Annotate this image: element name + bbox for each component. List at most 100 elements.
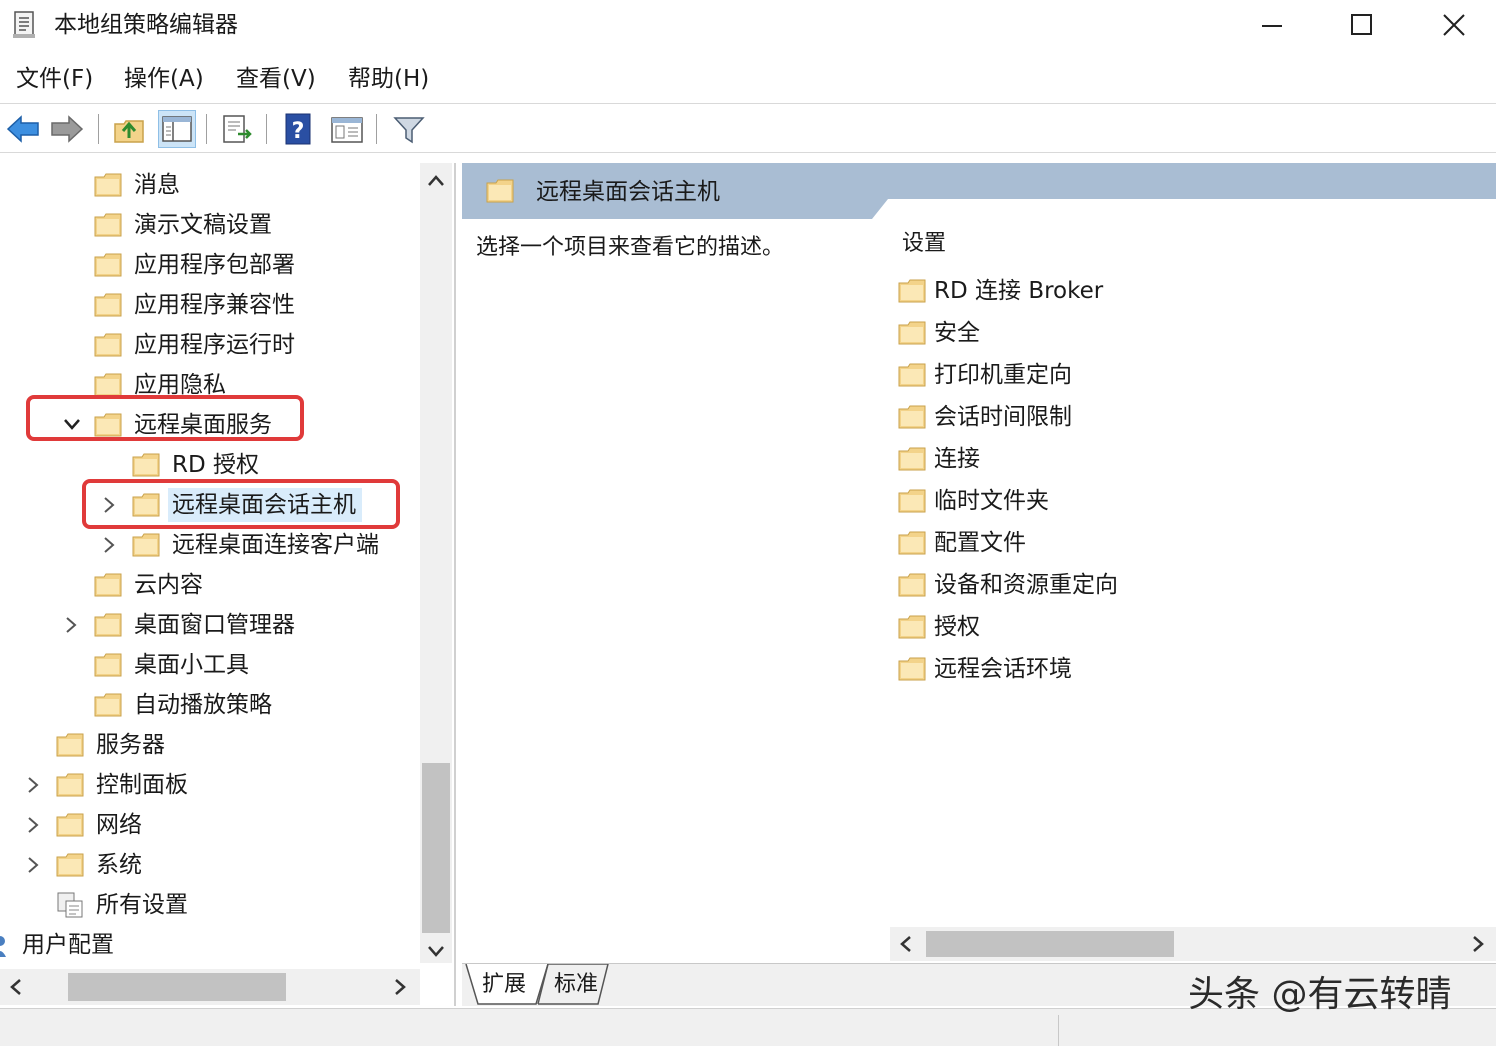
help-icon[interactable]: ? xyxy=(280,110,318,148)
settings-list-item[interactable]: RD 连接 Broker xyxy=(896,271,1396,311)
tree-item-label: 系统 xyxy=(96,852,142,878)
scroll-right-icon[interactable] xyxy=(392,977,408,997)
tree-item-label: 云内容 xyxy=(134,572,203,598)
menu-view[interactable]: 查看(V) xyxy=(236,62,316,96)
tree-item-label: 桌面窗口管理器 xyxy=(134,612,295,638)
details-horizontal-scrollbar[interactable] xyxy=(890,927,1496,961)
folder-icon xyxy=(132,453,160,477)
description-text: 选择一个项目来查看它的描述。 xyxy=(476,235,785,260)
tree-pane: 消息 演示文稿设置 应用程序包部署 应用程序兼容性 应用程序运行时 应用隐私 远程桌面服务 R… xyxy=(0,163,456,1006)
settings-list-item[interactable]: 安全 xyxy=(896,313,1396,353)
properties-icon[interactable] xyxy=(328,110,366,148)
tree-vertical-scrollbar[interactable] xyxy=(420,163,452,963)
menu-action[interactable]: 操作(A) xyxy=(124,62,204,96)
menu-help[interactable]: 帮助(H) xyxy=(348,62,429,96)
scroll-left-icon[interactable] xyxy=(8,977,24,997)
tree-item[interactable]: 网络 xyxy=(0,805,420,845)
tree-item[interactable]: 桌面窗口管理器 xyxy=(0,605,420,645)
scroll-left-icon[interactable] xyxy=(898,934,914,954)
settings-list-item[interactable]: 远程会话环境 xyxy=(896,649,1396,689)
scroll-right-icon[interactable] xyxy=(1470,934,1486,954)
tree-item-label: 桌面小工具 xyxy=(134,652,249,678)
folder-icon xyxy=(94,653,122,677)
folder-icon xyxy=(56,813,84,837)
tree-item[interactable]: 用户配置 xyxy=(0,925,420,965)
tree-item[interactable]: 消息 xyxy=(0,165,420,205)
tree-item-label: RD 授权 xyxy=(172,452,260,478)
chevron-right-icon[interactable] xyxy=(62,615,80,635)
folder-icon xyxy=(94,253,122,277)
tree-item[interactable]: 云内容 xyxy=(0,565,420,605)
settings-list-item[interactable]: 授权 xyxy=(896,607,1396,647)
back-arrow-icon[interactable] xyxy=(4,110,42,148)
folder-icon xyxy=(898,615,926,639)
tab-standard[interactable]: 标准 xyxy=(554,968,598,1002)
details-horizontal-scroll-thumb[interactable] xyxy=(926,931,1174,957)
close-button[interactable] xyxy=(1424,4,1484,46)
settings-item-label: 打印机重定向 xyxy=(934,362,1072,388)
tree-item-label: 应用程序兼容性 xyxy=(134,292,295,318)
settings-item-label: RD 连接 Broker xyxy=(934,278,1104,304)
tab-extended[interactable]: 扩展 xyxy=(482,968,526,1002)
settings-list-item[interactable]: 会话时间限制 xyxy=(896,397,1396,437)
up-folder-icon[interactable] xyxy=(110,110,148,148)
tree-item[interactable]: 桌面小工具 xyxy=(0,645,420,685)
tree-item[interactable]: 系统 xyxy=(0,845,420,885)
toolbar-separator xyxy=(266,114,267,144)
folder-icon xyxy=(898,447,926,471)
settings-item-label: 授权 xyxy=(934,614,980,640)
chevron-right-icon[interactable] xyxy=(24,815,42,835)
settings-column-header[interactable]: 设置 xyxy=(902,227,946,261)
settings-list-item[interactable]: 设备和资源重定向 xyxy=(896,565,1396,605)
settings-item-label: 远程会话环境 xyxy=(934,656,1072,682)
toolbar: ? xyxy=(0,103,1496,153)
settings-list-item[interactable]: 配置文件 xyxy=(896,523,1396,563)
settings-item-label: 配置文件 xyxy=(934,530,1026,556)
chevron-right-icon[interactable] xyxy=(24,775,42,795)
settings-list-item[interactable]: 连接 xyxy=(896,439,1396,479)
toolbar-separator xyxy=(376,114,377,144)
folder-icon xyxy=(898,321,926,345)
show-hide-tree-icon[interactable] xyxy=(158,110,196,148)
tree-item-label: 用户配置 xyxy=(22,932,114,958)
scroll-down-icon[interactable] xyxy=(426,943,446,959)
filter-icon[interactable] xyxy=(390,110,428,148)
chevron-right-icon[interactable] xyxy=(100,535,118,555)
tree-item[interactable]: 应用程序包部署 xyxy=(0,245,420,285)
minimize-button[interactable] xyxy=(1242,4,1302,46)
export-list-icon[interactable] xyxy=(218,110,256,148)
tree-item[interactable]: 应用程序运行时 xyxy=(0,325,420,365)
folder-icon xyxy=(94,333,122,357)
scroll-up-icon[interactable] xyxy=(426,173,446,189)
folder-icon xyxy=(132,533,160,557)
tree-item-label: 自动播放策略 xyxy=(134,692,272,718)
window-title: 本地组策略编辑器 xyxy=(54,12,238,38)
settings-list-item[interactable]: 临时文件夹 xyxy=(896,481,1396,521)
tree-item[interactable]: 应用程序兼容性 xyxy=(0,285,420,325)
settings-list-item[interactable]: 打印机重定向 xyxy=(896,355,1396,395)
tree-item[interactable]: 演示文稿设置 xyxy=(0,205,420,245)
forward-arrow-icon[interactable] xyxy=(48,110,86,148)
tree-horizontal-scroll-thumb[interactable] xyxy=(68,973,286,1001)
folder-icon xyxy=(898,531,926,555)
details-header: 远程桌面会话主机 xyxy=(462,163,1496,219)
tree-horizontal-scrollbar[interactable] xyxy=(0,969,420,1005)
tree-vertical-scroll-thumb[interactable] xyxy=(422,763,450,933)
folder-icon xyxy=(94,373,122,397)
folder-icon xyxy=(56,853,84,877)
tree-item[interactable]: 控制面板 xyxy=(0,765,420,805)
tree-item[interactable]: 服务器 xyxy=(0,725,420,765)
maximize-button[interactable] xyxy=(1332,4,1392,46)
folder-icon xyxy=(898,405,926,429)
menu-file[interactable]: 文件(F) xyxy=(16,62,93,96)
tree-item[interactable]: 自动播放策略 xyxy=(0,685,420,725)
watermark: 头条 @有云转晴 xyxy=(1188,974,1452,1015)
tree-item[interactable]: 远程桌面连接客户端 xyxy=(0,525,420,565)
highlight-session-host xyxy=(82,479,400,529)
chevron-right-icon[interactable] xyxy=(24,855,42,875)
folder-icon xyxy=(898,489,926,513)
tree-item[interactable]: 所有设置 xyxy=(0,885,420,925)
menu-bar: 文件(F) 操作(A) 查看(V) 帮助(H) xyxy=(0,56,1496,102)
folder-icon xyxy=(94,693,122,717)
toolbar-separator xyxy=(98,114,99,144)
